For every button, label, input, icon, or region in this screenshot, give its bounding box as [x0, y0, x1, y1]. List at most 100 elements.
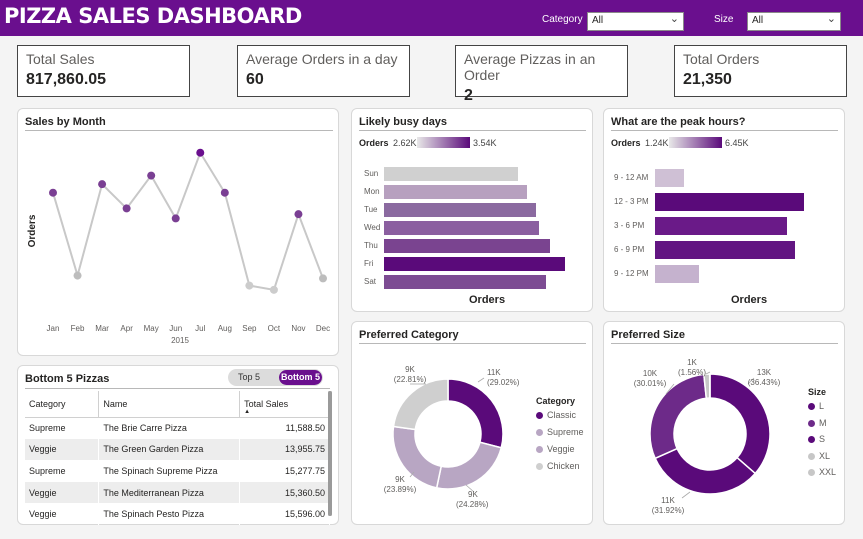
bottom5-card[interactable]: Bottom 5 Pizzas Top 5 Bottom 5 Category …	[17, 365, 339, 525]
header-bar: PIZZA SALES DASHBOARD Category All ⌄ Siz…	[0, 0, 863, 36]
legend-item[interactable]: L	[808, 401, 824, 411]
category-filter-value: All	[592, 15, 604, 26]
legend-dot-icon	[808, 469, 815, 476]
data-label-value: 9K	[395, 475, 405, 484]
top-bottom-toggle[interactable]: Top 5 Bottom 5	[228, 369, 323, 386]
legend-label: L	[819, 401, 825, 411]
legend-label: S	[819, 434, 826, 444]
data-point[interactable]	[73, 271, 82, 280]
legend-label: M	[819, 417, 827, 428]
legend-gradient	[417, 137, 470, 148]
bar[interactable]	[655, 193, 804, 211]
cell-category: Supreme	[25, 460, 100, 482]
legend-item[interactable]: Veggie	[536, 444, 575, 454]
data-label-percent: (24.28%)	[456, 500, 489, 509]
data-point[interactable]	[171, 214, 180, 223]
data-label-percent: (23.89%)	[384, 485, 417, 494]
data-point[interactable]	[122, 204, 131, 213]
legend-label: Orders	[359, 138, 389, 148]
legend-label: XXL	[819, 467, 837, 477]
legend-dot-icon	[536, 429, 543, 436]
data-label-percent: (1.56%)	[678, 368, 706, 377]
legend-dot-icon	[808, 419, 815, 427]
legend-item[interactable]: Chicken	[536, 461, 580, 471]
donut-slice[interactable]	[392, 378, 449, 431]
legend-item[interactable]: M	[808, 418, 827, 428]
kpi-label: Total Orders	[683, 51, 760, 67]
data-point[interactable]	[245, 281, 254, 290]
data-point[interactable]	[98, 180, 107, 189]
bar[interactable]	[384, 275, 546, 289]
donut-slice[interactable]	[447, 378, 504, 449]
donut-slice[interactable]	[435, 441, 503, 490]
data-point[interactable]	[294, 210, 303, 219]
preferred-size-card[interactable]: Preferred Size 13K (36.43%) 11K (31.92%) 10K…	[603, 321, 845, 525]
column-header-total-sales[interactable]: Total Sales ▲	[239, 391, 330, 418]
legend-item[interactable]: Supreme	[536, 427, 584, 437]
bar[interactable]	[655, 241, 795, 259]
bar[interactable]	[384, 185, 527, 199]
legend-item[interactable]: XXL	[808, 467, 836, 477]
data-label-percent: (31.92%)	[652, 506, 685, 515]
cell-category: Veggie	[25, 438, 100, 461]
toggle-top5[interactable]: Top 5	[238, 372, 260, 382]
donut-slice[interactable]	[709, 373, 771, 475]
cell-name: The Mediterranean Pizza	[98, 481, 241, 504]
table-row[interactable]: Supreme The Brie Carre Pizza 11,588.50	[25, 417, 330, 439]
sales-by-month-card[interactable]: Sales by Month Jan Feb Mar Apr May Jun Jul Aug S…	[17, 108, 339, 356]
busy-days-card[interactable]: Likely busy days Orders 2.62K 3.54K Sun M…	[351, 108, 593, 312]
legend-dot-icon	[536, 446, 543, 453]
x-tick-label: Mar	[95, 324, 109, 333]
column-header-name[interactable]: Name	[98, 391, 241, 418]
column-header-category[interactable]: Category	[25, 391, 100, 418]
data-label-percent: (30.01%)	[634, 379, 667, 388]
bar[interactable]	[384, 221, 539, 235]
legend-item[interactable]: XL	[808, 451, 830, 461]
x-tick-label: Oct	[268, 324, 281, 333]
x-tick-label: Feb	[71, 324, 85, 333]
y-tick-label: Tue	[364, 205, 378, 214]
data-point[interactable]	[49, 188, 57, 197]
bar[interactable]	[384, 167, 519, 181]
x-tick-label: Dec	[316, 324, 330, 333]
peak-hours-card[interactable]: What are the peak hours? Orders 1.24K 6.…	[603, 108, 845, 312]
bar[interactable]	[384, 257, 565, 271]
peak-hours-title: What are the peak hours?	[611, 116, 746, 128]
x-tick-label: Jul	[195, 324, 205, 333]
category-filter-dropdown[interactable]: All ⌄	[587, 12, 684, 31]
size-filter-dropdown[interactable]: All ⌄	[747, 12, 841, 31]
preferred-category-card[interactable]: Preferred Category 11K (29.02%) 9K (24.28%)…	[351, 321, 593, 525]
legend-item[interactable]: S	[808, 434, 825, 444]
legend-item[interactable]: Classic	[536, 410, 576, 420]
busy-days-title: Likely busy days	[359, 116, 448, 128]
table-row[interactable]: Veggie The Spinach Pesto Pizza 15,596.00	[25, 503, 330, 525]
bar[interactable]	[655, 217, 787, 235]
kpi-label: Total Sales	[26, 51, 95, 67]
data-point[interactable]	[319, 274, 327, 283]
cell-name: The Spinach Supreme Pizza	[98, 460, 241, 482]
kpi-total-sales: Total Sales 817,860.05	[17, 45, 190, 97]
kpi-total-orders: Total Orders 21,350	[674, 45, 847, 97]
data-point[interactable]	[220, 188, 229, 197]
table-row[interactable]: Veggie The Mediterranean Pizza 15,360.50	[25, 481, 330, 504]
table-header-row: Category Name Total Sales ▲	[25, 391, 330, 418]
toggle-bottom5[interactable]: Bottom 5	[279, 370, 322, 385]
legend-label: Chicken	[547, 461, 580, 471]
y-tick-label: 9 - 12 PM	[614, 269, 649, 278]
dashboard-title: PIZZA SALES DASHBOARD	[4, 4, 302, 28]
legend-label: Orders	[611, 138, 641, 148]
bar[interactable]	[655, 169, 684, 187]
table-row[interactable]: Veggie The Green Garden Pizza 13,955.75	[25, 438, 330, 461]
size-filter-value: All	[752, 15, 764, 26]
data-point[interactable]	[269, 285, 278, 294]
data-point[interactable]	[147, 171, 156, 180]
y-tick-label: Fri	[364, 259, 374, 268]
table-row[interactable]: Supreme The Spinach Supreme Pizza 15,277…	[25, 460, 330, 482]
y-tick-label: Sun	[364, 169, 379, 178]
bar[interactable]	[384, 239, 550, 253]
bar[interactable]	[384, 203, 537, 217]
table-scrollbar-thumb[interactable]	[328, 391, 332, 516]
data-point[interactable]	[196, 148, 205, 157]
bar[interactable]	[655, 265, 699, 283]
chevron-down-icon: ⌄	[826, 13, 836, 25]
